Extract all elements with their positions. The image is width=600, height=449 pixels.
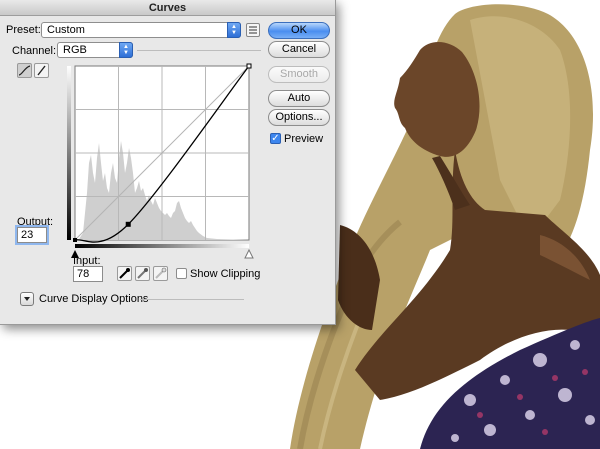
curve-point-white (246, 63, 252, 69)
preset-options-icon[interactable] (246, 23, 260, 37)
output-value: 23 (21, 229, 34, 241)
disclosure-triangle-icon (24, 297, 30, 301)
gray-eyedropper-icon[interactable] (135, 266, 150, 281)
preview-label: Preview (284, 133, 324, 145)
channel-value: RGB (63, 44, 87, 56)
curve-graph[interactable] (67, 63, 255, 261)
white-eyedropper-icon[interactable] (153, 266, 168, 281)
preset-select[interactable]: Custom ▲ ▼ (41, 22, 241, 38)
divider (140, 299, 244, 300)
preset-value: Custom (47, 24, 85, 36)
curve-display-options-toggle[interactable] (20, 292, 34, 306)
auto-button[interactable]: Auto (268, 90, 330, 107)
options-button[interactable]: Options... (268, 109, 330, 126)
show-clipping-checkbox[interactable] (176, 268, 187, 279)
divider (137, 50, 261, 51)
curve-display-options-label: Curve Display Options (39, 293, 149, 305)
ok-button[interactable]: OK (268, 22, 330, 39)
pencil-tool-icon[interactable] (34, 63, 49, 78)
input-value: 78 (77, 268, 90, 280)
dialog-title: Curves (0, 0, 335, 16)
curves-dialog: Curves Preset: Custom ▲ ▼ Channel: RGB ▲ ▼ (0, 0, 336, 325)
channel-label: Channel: (12, 45, 57, 57)
input-field[interactable]: 78 (73, 266, 103, 282)
channel-select[interactable]: RGB ▲ ▼ (57, 42, 133, 58)
curve-point-black (73, 238, 77, 242)
curve-edit-tool-icon[interactable] (17, 63, 32, 78)
smooth-button[interactable]: Smooth (268, 66, 330, 83)
output-field[interactable]: 23 (15, 225, 49, 245)
preset-label: Preset: (6, 24, 41, 36)
select-arrows-icon: ▲ ▼ (119, 42, 133, 58)
cancel-button[interactable]: Cancel (268, 41, 330, 58)
select-arrows-icon: ▲ ▼ (227, 22, 241, 38)
output-gradient-bar (67, 66, 71, 240)
show-clipping-label: Show Clipping (190, 268, 261, 280)
preview-checkbox[interactable]: ✓ (270, 133, 281, 144)
white-point-slider (244, 248, 254, 259)
curve-point-selected (125, 221, 131, 227)
input-gradient-bar (75, 244, 249, 248)
black-eyedropper-icon[interactable] (117, 266, 132, 281)
